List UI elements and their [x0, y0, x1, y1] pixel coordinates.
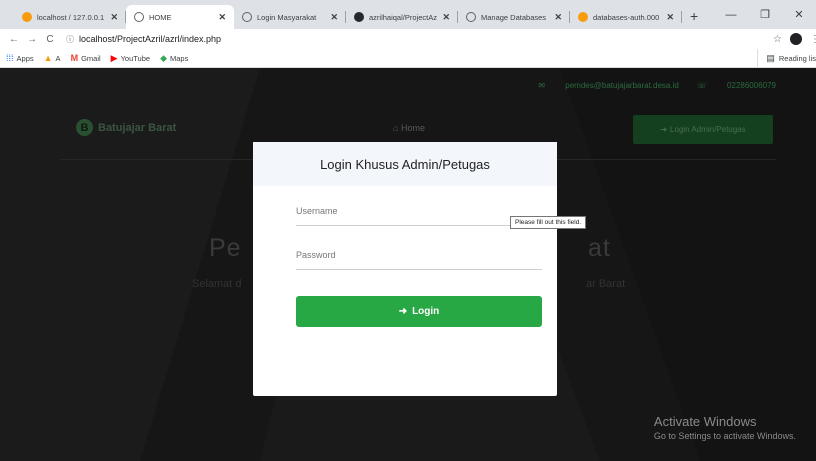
maximize-icon[interactable]: ❐: [748, 8, 782, 21]
login-icon: ➜: [660, 125, 668, 134]
hero-subtitle-left: Selamat d: [192, 278, 242, 290]
reading-list[interactable]: ▤ Reading lis: [757, 49, 816, 68]
new-tab-button[interactable]: +: [682, 8, 706, 29]
url-text: localhost/ProjectAzril/azrl/index.php: [79, 34, 222, 44]
github-icon: [354, 12, 364, 22]
site-brand[interactable]: B Batujajar Barat: [76, 119, 176, 136]
email-text[interactable]: ✉ pemdes@batujajarbarat.desa.id: [538, 81, 678, 90]
tab-home[interactable]: HOME ✕: [126, 5, 234, 29]
tab-title: azrilhaiqal/ProjectAz: [369, 12, 437, 22]
windows-activation-watermark: Activate Windows Go to Settings to activ…: [653, 414, 796, 441]
address-bar[interactable]: ⓘ localhost/ProjectAzril/azrl/index.php: [66, 34, 221, 45]
globe-icon: [466, 12, 476, 22]
bookmark-star-icon[interactable]: ☆: [773, 34, 782, 45]
close-icon[interactable]: ✕: [666, 12, 674, 23]
login-icon: ➜: [398, 306, 408, 317]
close-icon[interactable]: ✕: [554, 12, 562, 23]
page-backdrop: ✉ pemdes@batujajarbarat.desa.id ☏ 022860…: [0, 68, 816, 461]
reading-list-icon: ▤: [766, 53, 775, 63]
forward-arrow-icon[interactable]: →: [24, 34, 40, 45]
bookmark-maps[interactable]: ◆ Maps: [160, 52, 188, 63]
tab-manage-databases[interactable]: Manage Databases ✕: [458, 5, 570, 29]
username-input[interactable]: Username: [296, 200, 542, 226]
bookmarks-bar: ⁞⁞⁞ Apps ▲ A M Gmail ▶ YouTube ◆ Maps ▤ …: [0, 49, 816, 68]
minimize-icon[interactable]: —: [714, 9, 748, 21]
browser-tab-strip: localhost / 127.0.0.1 ✕ HOME ✕ Login Mas…: [0, 0, 816, 29]
phpmyadmin-icon: [22, 12, 32, 22]
info-icon[interactable]: ⓘ: [66, 34, 74, 45]
hero-title-right: at: [588, 234, 611, 262]
bookmark-youtube[interactable]: ▶ YouTube: [110, 52, 150, 63]
browser-toolbar: ← → C ⓘ localhost/ProjectAzril/azrl/inde…: [0, 29, 816, 49]
phone-text[interactable]: ☏ 02286006079: [697, 81, 776, 90]
close-icon[interactable]: ✕: [218, 12, 226, 23]
login-admin-button[interactable]: ➜ Login Admin/Petugas: [633, 115, 773, 144]
globe-icon: [242, 12, 252, 22]
bookmark-apps[interactable]: ⁞⁞⁞ Apps: [6, 52, 34, 63]
globe-icon: [134, 12, 144, 22]
validation-tooltip: Please fill out this field.: [510, 216, 587, 229]
bookmark-gmail[interactable]: M Gmail: [70, 52, 101, 63]
login-button[interactable]: ➜ Login: [296, 296, 542, 327]
window-controls: — ❐ ✕: [714, 0, 816, 29]
close-icon[interactable]: ✕: [110, 12, 118, 23]
reload-icon[interactable]: C: [42, 34, 58, 45]
gmail-icon: M: [70, 52, 79, 63]
phpmyadmin-icon: ▲: [43, 52, 53, 63]
login-modal: Login Khusus Admin/Petugas Username Pass…: [253, 142, 557, 396]
bookmark-a[interactable]: ▲ A: [43, 52, 61, 63]
tab-title: localhost / 127.0.0.1: [37, 12, 105, 22]
apps-grid-icon: ⁞⁞⁞: [6, 52, 14, 63]
modal-title: Login Khusus Admin/Petugas: [253, 142, 557, 186]
tab-login-masyarakat[interactable]: Login Masyarakat ✕: [234, 5, 346, 29]
tab-github[interactable]: azrilhaiqal/ProjectAz ✕: [346, 5, 458, 29]
close-icon[interactable]: ✕: [442, 12, 450, 23]
tab-title: HOME: [149, 12, 172, 22]
password-input[interactable]: Password: [296, 244, 542, 270]
profile-avatar[interactable]: [790, 33, 802, 45]
tab-databases-auth[interactable]: databases-auth.000 ✕: [570, 5, 682, 29]
hero-title-left: Pe: [209, 234, 242, 262]
youtube-icon: ▶: [110, 52, 118, 63]
tab-title: Manage Databases: [481, 12, 547, 22]
contact-info: ✉ pemdes@batujajarbarat.desa.id ☏ 022860…: [520, 81, 776, 90]
tab-title: Login Masyarakat: [257, 12, 317, 22]
maps-icon: ◆: [160, 52, 167, 63]
back-arrow-icon[interactable]: ←: [6, 34, 22, 45]
menu-dots-icon[interactable]: ⋮: [810, 34, 816, 45]
hero-subtitle-right: ar Barat: [586, 278, 626, 290]
nav-home[interactable]: ⌂ Home: [393, 123, 425, 133]
tab-title: databases-auth.000: [593, 12, 660, 22]
close-window-icon[interactable]: ✕: [782, 8, 816, 21]
phpmyadmin-icon: [578, 12, 588, 22]
brand-logo: B: [76, 119, 93, 136]
home-icon: ⌂: [393, 123, 399, 133]
tab-localhost[interactable]: localhost / 127.0.0.1 ✕: [14, 5, 126, 29]
close-icon[interactable]: ✕: [330, 12, 338, 23]
